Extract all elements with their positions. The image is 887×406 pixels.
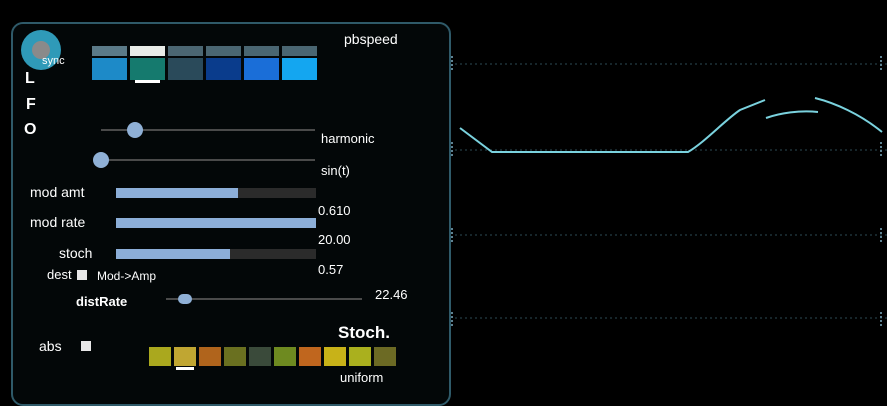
top-palette-selection-indicator	[135, 80, 160, 83]
top-palette-swatch-header[interactable]	[168, 46, 203, 56]
dest-value: Mod->Amp	[97, 269, 157, 283]
mod-amt-value: 0.610	[318, 203, 351, 218]
top-palette-swatch[interactable]	[130, 58, 165, 80]
waveform-marker-right	[880, 312, 886, 326]
top-palette-swatch-header[interactable]	[130, 46, 165, 56]
dist-rate-value: 22.46	[375, 287, 408, 302]
function-slider-knob[interactable]	[93, 152, 109, 168]
stoch-bar[interactable]	[116, 249, 316, 259]
distribution-palette-swatch[interactable]	[299, 347, 321, 366]
mod-rate-bar-fill	[116, 218, 316, 228]
dist-rate-slider-knob[interactable]	[177, 294, 192, 304]
top-palette-swatch[interactable]	[206, 58, 241, 80]
waveform-trace-segment	[765, 110, 819, 119]
abs-checkbox[interactable]	[81, 341, 91, 351]
stoch-section-title: Stoch.	[338, 323, 390, 342]
distribution-palette-swatch[interactable]	[274, 347, 296, 366]
mod-amt-label: mod amt	[30, 184, 85, 200]
dest-label: dest	[47, 267, 72, 282]
top-palette-swatch[interactable]	[92, 58, 127, 80]
top-palette-swatch[interactable]	[168, 58, 203, 80]
function-slider-track[interactable]	[101, 159, 315, 161]
dist-rate-label: distRate	[76, 294, 128, 309]
mod-amt-bar[interactable]	[116, 188, 316, 198]
top-palette-swatch-header[interactable]	[282, 46, 317, 56]
abs-label: abs	[39, 338, 62, 354]
waveform-marker-left	[451, 142, 457, 156]
dest-checkbox[interactable]	[77, 270, 87, 280]
waveform-trace	[459, 99, 766, 153]
distribution-palette-swatch[interactable]	[149, 347, 171, 366]
sync-label: sync	[42, 55, 65, 67]
distribution-palette-selection-indicator	[176, 367, 194, 370]
top-palette-swatch-header[interactable]	[244, 46, 279, 56]
distribution-palette-swatch[interactable]	[374, 347, 396, 366]
distribution-palette-swatch[interactable]	[249, 347, 271, 366]
waveform-display	[455, 63, 887, 319]
waveform-marker-right	[880, 228, 886, 242]
mod-amt-bar-fill	[116, 188, 238, 198]
waveform-marker-right	[880, 56, 886, 70]
mod-rate-label: mod rate	[30, 214, 86, 230]
distribution-palette-swatch[interactable]	[349, 347, 371, 366]
distribution-mode-label: uniform	[340, 370, 384, 385]
distribution-palette-swatch[interactable]	[174, 347, 196, 366]
stoch-bar-fill	[116, 249, 230, 259]
top-palette-swatch[interactable]	[244, 58, 279, 80]
stoch-value: 0.57	[318, 262, 344, 277]
top-palette-swatch-header[interactable]	[92, 46, 127, 56]
lfo-letter-l: L	[25, 70, 35, 87]
waveform-marker-left	[451, 228, 457, 242]
distribution-palette-swatch[interactable]	[199, 347, 221, 366]
waveform-marker-left	[451, 56, 457, 70]
waveform-marker-right	[880, 142, 886, 156]
top-palette-swatch[interactable]	[282, 58, 317, 80]
pbspeed-title: pbspeed	[344, 31, 398, 47]
distribution-palette-swatch[interactable]	[324, 347, 346, 366]
distribution-palette-swatch[interactable]	[224, 347, 246, 366]
stoch-label: stoch	[59, 245, 93, 261]
lfo-letter-f: F	[26, 96, 36, 113]
waveform-marker-left	[451, 312, 457, 326]
waveform-trace-segment	[814, 97, 883, 133]
top-palette-swatch-header[interactable]	[206, 46, 241, 56]
function-label: sin(t)	[321, 163, 350, 178]
harmonic-label: harmonic	[321, 131, 375, 146]
lfo-letter-o: O	[24, 121, 37, 138]
mod-rate-value: 20.00	[318, 232, 351, 247]
mod-rate-bar[interactable]	[116, 218, 316, 228]
dist-rate-slider-track[interactable]	[166, 298, 362, 300]
